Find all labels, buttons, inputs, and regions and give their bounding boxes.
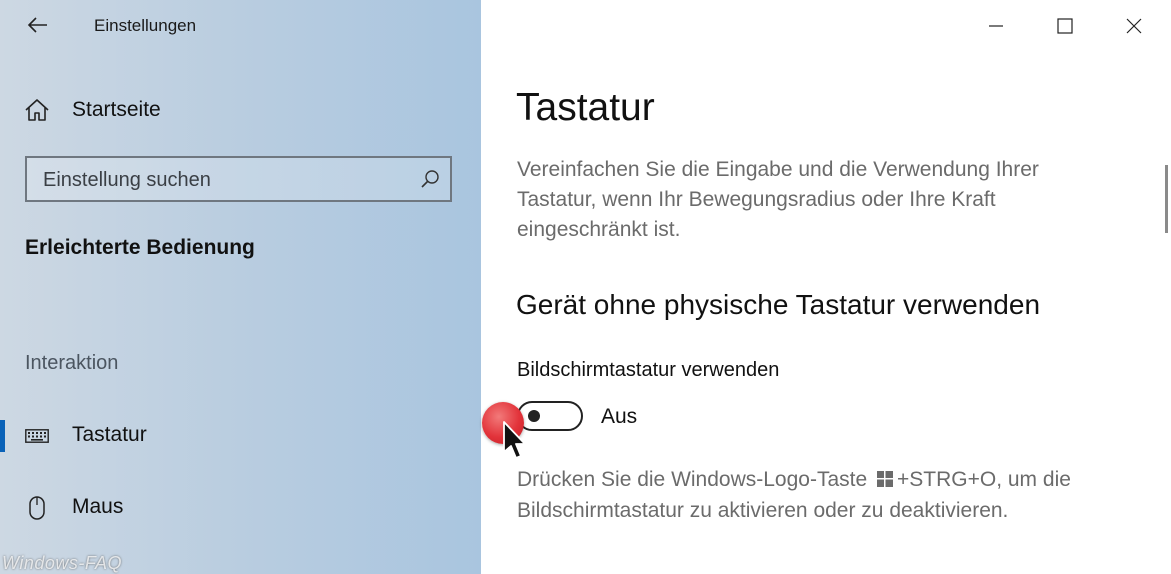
group-header: Interaktion (25, 352, 119, 374)
mouse-pointer-icon (502, 420, 528, 469)
minimize-button[interactable] (973, 6, 1019, 46)
keyboard-icon (22, 424, 52, 448)
nav-home-label: Startseite (72, 98, 161, 121)
page-title: Tastatur (516, 86, 655, 129)
sidebar-item-tastatur[interactable]: Tastatur (0, 412, 481, 460)
sidebar-item-label: Tastatur (72, 423, 147, 446)
shortcut-hint: Drücken Sie die Windows-Logo-Taste +STRG… (517, 465, 1147, 526)
minimize-icon (989, 25, 1003, 27)
nav-home[interactable]: Startseite (24, 94, 161, 126)
sidebar-item-maus[interactable]: Maus (0, 484, 481, 532)
scrollbar[interactable] (1165, 165, 1168, 233)
search-input[interactable]: Einstellung suchen (25, 156, 452, 202)
app-title: Einstellungen (94, 16, 197, 35)
page-description: Vereinfachen Sie die Eingabe und die Ver… (517, 158, 1039, 241)
sidebar-item-label: Maus (72, 495, 124, 518)
category-title: Erleichterte Bedienung (25, 236, 255, 259)
close-button[interactable] (1111, 6, 1157, 46)
search-placeholder: Einstellung suchen (43, 169, 211, 191)
section-title: Gerät ohne physische Tastatur verwenden (516, 289, 1041, 320)
mouse-icon (22, 496, 52, 520)
sidebar: Einstellungen Startseite Einstellung suc… (0, 0, 481, 574)
active-indicator (0, 420, 5, 452)
back-button[interactable] (22, 10, 52, 40)
setting-label: Bildschirmtastatur verwenden (517, 359, 780, 381)
search-icon[interactable] (420, 169, 440, 194)
home-icon (25, 99, 49, 121)
back-arrow-icon (27, 17, 47, 33)
hint-text-before: Drücken Sie die Windows-Logo-Taste (517, 468, 868, 491)
close-icon (1126, 18, 1142, 34)
watermark: Windows-FAQ (2, 553, 123, 573)
maximize-icon (1057, 18, 1073, 34)
maximize-button[interactable] (1042, 6, 1088, 46)
toggle-state-label: Aus (601, 405, 638, 428)
toggle-knob (528, 410, 540, 422)
windows-logo-icon (877, 466, 894, 496)
main-pane: Tastatur Vereinfachen Sie die Eingabe un… (481, 0, 1171, 574)
